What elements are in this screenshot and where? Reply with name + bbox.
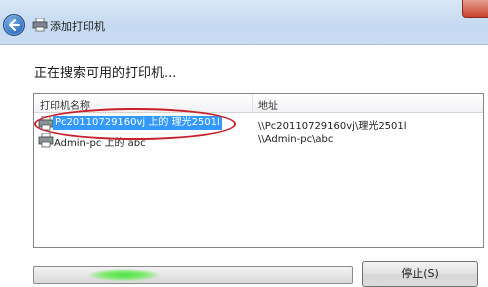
printer-name: Pc20110729160vj 上的 理光2501l [53,116,222,130]
search-progress-bar [33,266,353,284]
column-header-name[interactable]: 打印机名称 [40,97,90,112]
stop-button[interactable]: 停止(S) [362,261,478,287]
column-header-address[interactable]: 地址 [258,97,278,112]
printer-icon [32,18,48,32]
title-bar: 添加打印机 [0,0,488,45]
printer-icon [38,116,54,131]
printer-row[interactable]: Admin-pc 上的 abc \\Admin-pc\abc [34,132,483,149]
close-button[interactable] [462,0,488,18]
printer-icon [38,133,54,148]
column-divider[interactable] [252,94,253,112]
window-title: 添加打印机 [50,20,105,33]
printer-address: \\Pc20110729160vj\理光2501l [258,121,407,132]
printer-row[interactable]: Pc20110729160vj 上的 理光2501l \\Pc201107291… [34,115,483,132]
progress-indicator [89,269,159,281]
printer-address: \\Admin-pc\abc [258,134,334,145]
list-header: 打印机名称 地址 [34,94,483,113]
printer-name: Admin-pc 上的 abc [54,138,146,149]
back-button[interactable] [3,14,25,36]
back-arrow-icon [9,19,20,31]
printer-list[interactable]: 打印机名称 地址 Pc20110729160vj 上的 理光2501l \\Pc… [33,93,484,248]
search-status-heading: 正在搜索可用的打印机... [34,66,177,81]
